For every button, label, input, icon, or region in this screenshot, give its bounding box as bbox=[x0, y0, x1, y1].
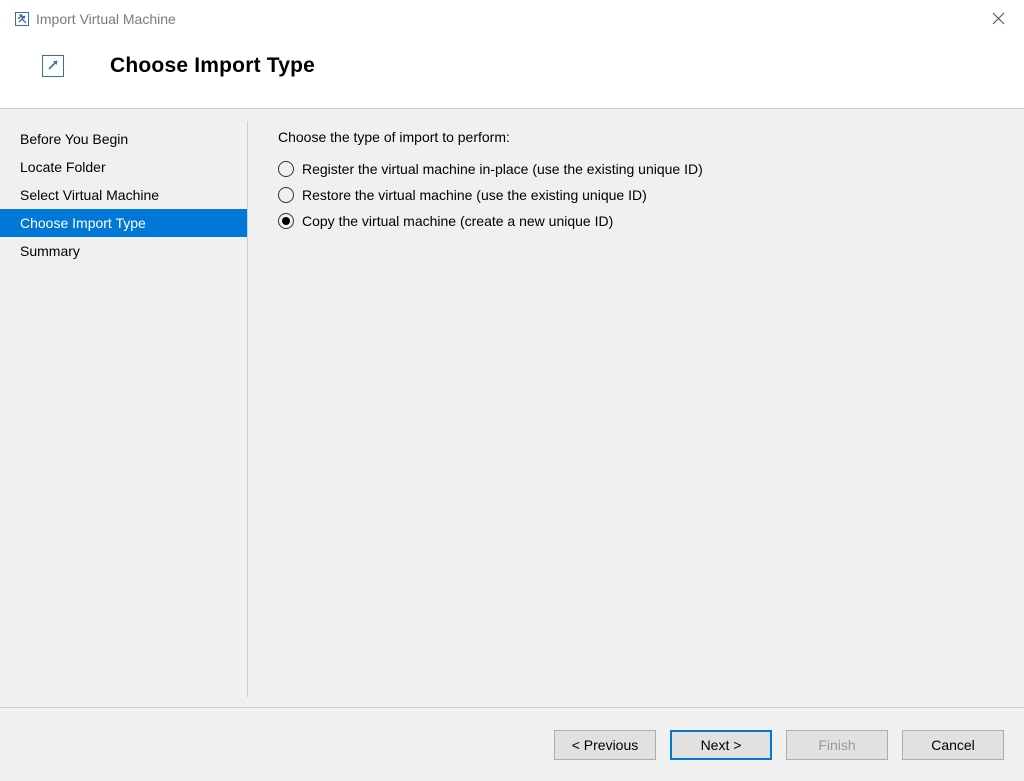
close-button[interactable] bbox=[978, 4, 1018, 34]
close-icon bbox=[992, 12, 1005, 25]
header-icon-container bbox=[0, 55, 110, 77]
wizard-content: Choose the type of import to perform: Re… bbox=[248, 121, 1024, 707]
option-label: Copy the virtual machine (create a new u… bbox=[302, 213, 613, 229]
previous-button[interactable]: < Previous bbox=[554, 730, 656, 760]
wizard-footer: < Previous Next > Finish Cancel bbox=[0, 707, 1024, 781]
option-register-in-place[interactable]: Register the virtual machine in-place (u… bbox=[278, 161, 1004, 177]
option-label: Register the virtual machine in-place (u… bbox=[302, 161, 703, 177]
radio-icon bbox=[278, 213, 294, 229]
radio-icon bbox=[278, 161, 294, 177]
option-restore-vm[interactable]: Restore the virtual machine (use the exi… bbox=[278, 187, 1004, 203]
sidebar-item-summary[interactable]: Summary bbox=[0, 237, 247, 265]
wizard-body: Before You Begin Locate Folder Select Vi… bbox=[0, 109, 1024, 707]
sidebar-item-locate-folder[interactable]: Locate Folder bbox=[0, 153, 247, 181]
next-button[interactable]: Next > bbox=[670, 730, 772, 760]
titlebar: Import Virtual Machine bbox=[0, 0, 1024, 38]
app-icon bbox=[14, 11, 30, 27]
page-title: Choose Import Type bbox=[110, 54, 315, 78]
instruction-text: Choose the type of import to perform: bbox=[278, 129, 1004, 145]
option-label: Restore the virtual machine (use the exi… bbox=[302, 187, 647, 203]
sidebar-item-select-vm[interactable]: Select Virtual Machine bbox=[0, 181, 247, 209]
import-icon bbox=[42, 55, 64, 77]
cancel-button[interactable]: Cancel bbox=[902, 730, 1004, 760]
radio-icon bbox=[278, 187, 294, 203]
sidebar-item-choose-import-type[interactable]: Choose Import Type bbox=[0, 209, 247, 237]
page-header: Choose Import Type bbox=[0, 38, 1024, 108]
wizard-steps-sidebar: Before You Begin Locate Folder Select Vi… bbox=[0, 121, 248, 697]
window-title: Import Virtual Machine bbox=[36, 11, 176, 27]
sidebar-item-before-you-begin[interactable]: Before You Begin bbox=[0, 125, 247, 153]
option-copy-vm[interactable]: Copy the virtual machine (create a new u… bbox=[278, 213, 1004, 229]
finish-button: Finish bbox=[786, 730, 888, 760]
